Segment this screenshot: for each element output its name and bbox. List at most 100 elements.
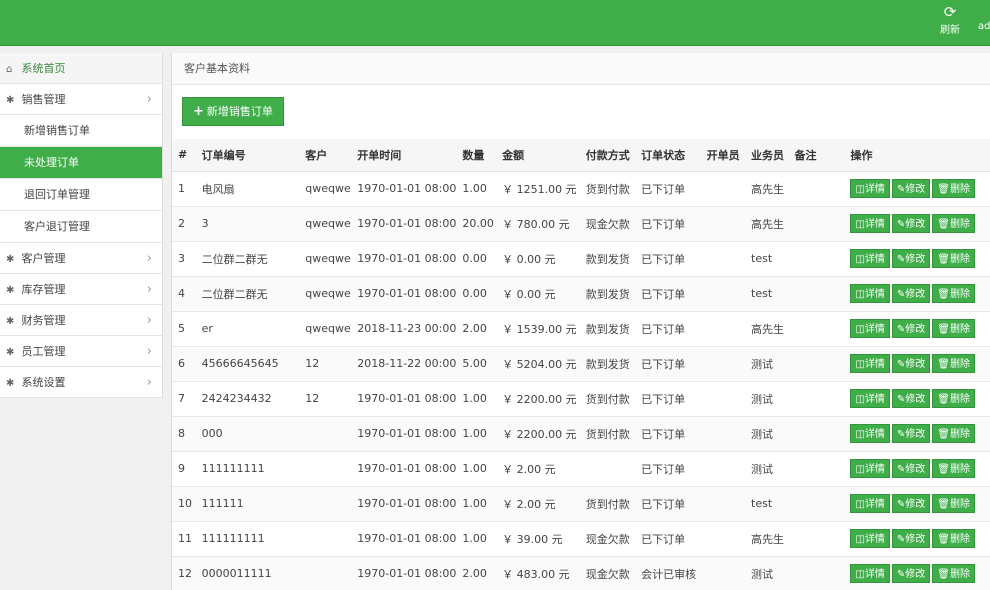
table-cell: 已下订单 <box>635 241 701 277</box>
edit-button[interactable]: ✎修改 <box>891 214 931 233</box>
table-cell <box>700 206 746 242</box>
table-cell: 货到付款 <box>579 171 636 207</box>
delete-button[interactable]: 🗑删除 <box>932 284 975 303</box>
table-cell: 7 <box>172 381 196 417</box>
sidebar-subitem-returned-orders[interactable]: 退回订单管理 <box>0 179 162 211</box>
table-cell: ￥ 5204.00 元 <box>496 346 580 382</box>
delete-button[interactable]: 🗑删除 <box>932 249 975 268</box>
sidebar-item-home[interactable]: ⌂ 系统首页 <box>0 53 162 84</box>
table-cell: 1.00 <box>456 171 497 207</box>
add-sales-order-button[interactable]: + 新增销售订单 <box>182 97 284 126</box>
trash-icon: 🗑 <box>937 324 950 335</box>
delete-button-label: 删除 <box>950 499 970 510</box>
refresh-button[interactable]: ⟳ 刷新 <box>936 4 964 36</box>
sidebar-subitem-pending-orders[interactable]: 未处理订单 <box>0 147 162 179</box>
edit-button[interactable]: ✎修改 <box>891 319 931 338</box>
detail-button[interactable]: ◫详情 <box>850 529 890 548</box>
delete-button[interactable]: 🗑删除 <box>932 424 975 443</box>
table-cell: 2424234432 <box>195 381 300 417</box>
table-cell: 1.00 <box>456 451 497 487</box>
table-cell: 20.00 <box>456 206 497 242</box>
table-cell <box>700 346 746 382</box>
delete-button[interactable]: 🗑删除 <box>932 319 975 338</box>
table-cell: test <box>745 276 789 312</box>
trash-icon: 🗑 <box>937 359 950 370</box>
edit-button[interactable]: ✎修改 <box>891 494 931 513</box>
table-cell: ￥ 0.00 元 <box>496 276 580 312</box>
detail-button[interactable]: ◫详情 <box>850 319 890 338</box>
sidebar-item-label: 系统首页 <box>21 62 66 75</box>
sidebar-subitem-customer-cancellations[interactable]: 客户退订管理 <box>0 211 162 243</box>
table-cell: qweqwe <box>299 171 352 207</box>
columns-icon: ◫ <box>855 464 865 475</box>
user-name[interactable]: ad <box>978 21 990 32</box>
table-cell: test <box>745 486 789 522</box>
table-cell: 2 <box>172 206 196 242</box>
delete-button[interactable]: 🗑删除 <box>932 214 975 233</box>
table-cell <box>700 241 746 277</box>
table-cell: 4 <box>172 276 196 312</box>
detail-button[interactable]: ◫详情 <box>850 564 890 583</box>
table-cell: qweqwe <box>299 311 352 347</box>
trash-icon: 🗑 <box>937 429 950 440</box>
trash-icon: 🗑 <box>937 499 950 510</box>
delete-button[interactable]: 🗑删除 <box>932 354 975 373</box>
sidebar-group-inventory[interactable]: ✱ 库存管理 › <box>0 274 162 305</box>
detail-button[interactable]: ◫详情 <box>850 284 890 303</box>
table-cell: 1.00 <box>456 381 497 417</box>
gear-icon: ✱ <box>6 254 15 265</box>
detail-button[interactable]: ◫详情 <box>850 389 890 408</box>
detail-button[interactable]: ◫详情 <box>850 249 890 268</box>
delete-button[interactable]: 🗑删除 <box>932 389 975 408</box>
table-cell: 3 <box>172 241 196 277</box>
edit-button-label: 修改 <box>905 289 926 300</box>
detail-button[interactable]: ◫详情 <box>850 214 890 233</box>
trash-icon: 🗑 <box>937 184 950 195</box>
edit-button[interactable]: ✎修改 <box>891 564 931 583</box>
table-cell: 现金欠款 <box>579 521 636 557</box>
edit-button[interactable]: ✎修改 <box>891 249 931 268</box>
delete-button[interactable]: 🗑删除 <box>932 459 975 478</box>
sidebar-group-finance[interactable]: ✱ 财务管理 › <box>0 305 162 336</box>
delete-button[interactable]: 🗑删除 <box>932 494 975 513</box>
top-bar: ⟳ 刷新 ad <box>0 0 990 46</box>
column-header: 数量 <box>456 139 497 172</box>
edit-button[interactable]: ✎修改 <box>891 424 931 443</box>
table-cell: 1970-01-01 08:00 <box>351 521 457 557</box>
detail-button[interactable]: ◫详情 <box>850 179 890 198</box>
sidebar-subitem-new-order[interactable]: 新增销售订单 <box>0 115 162 147</box>
detail-button[interactable]: ◫详情 <box>850 354 890 373</box>
edit-button[interactable]: ✎修改 <box>891 179 931 198</box>
delete-button[interactable]: 🗑删除 <box>932 179 975 198</box>
detail-button-label: 详情 <box>864 534 885 545</box>
table-cell: 会计已审核 <box>635 556 701 590</box>
edit-button[interactable]: ✎修改 <box>891 529 931 548</box>
table-cell: ￥ 2200.00 元 <box>496 416 580 452</box>
detail-button[interactable]: ◫详情 <box>850 424 890 443</box>
sidebar-item-label: 客户管理 <box>21 252 66 265</box>
table-cell: 2.00 <box>456 556 497 590</box>
table-row: 12 0000011111 1970-01-01 08:00 2.00 ￥ 483.00… <box>172 556 990 590</box>
table-cell: qweqwe <box>299 241 352 277</box>
sidebar-group-settings[interactable]: ✱ 系统设置 › <box>0 367 162 398</box>
table-cell: ￥ 2.00 元 <box>496 486 580 522</box>
edit-button[interactable]: ✎修改 <box>891 284 931 303</box>
edit-button-label: 修改 <box>905 254 926 265</box>
table-row: 9 111111111 1970-01-01 08:00 1.00 ￥ 2.00 元 已下… <box>172 451 990 487</box>
table-cell <box>788 311 845 347</box>
sidebar-group-staff[interactable]: ✱ 员工管理 › <box>0 336 162 367</box>
sidebar-group-customers[interactable]: ✱ 客户管理 › <box>0 243 162 274</box>
main-content: 客户基本资料 + 新增销售订单 # 订单编号 客户 开单时间 数量 金额 付款方式… <box>171 53 990 590</box>
detail-button[interactable]: ◫详情 <box>850 459 890 478</box>
detail-button[interactable]: ◫详情 <box>850 494 890 513</box>
table-cell: ￥ 1251.00 元 <box>496 171 580 207</box>
table-cell: 货到付款 <box>579 381 636 417</box>
table-cell <box>299 556 352 590</box>
edit-button[interactable]: ✎修改 <box>891 459 931 478</box>
edit-button[interactable]: ✎修改 <box>891 354 931 373</box>
sidebar-group-sales[interactable]: ✱ 销售管理 › <box>0 84 162 115</box>
edit-button[interactable]: ✎修改 <box>891 389 931 408</box>
delete-button[interactable]: 🗑删除 <box>932 529 975 548</box>
delete-button[interactable]: 🗑删除 <box>932 564 975 583</box>
table-cell: 二位群二群无 <box>195 241 300 277</box>
